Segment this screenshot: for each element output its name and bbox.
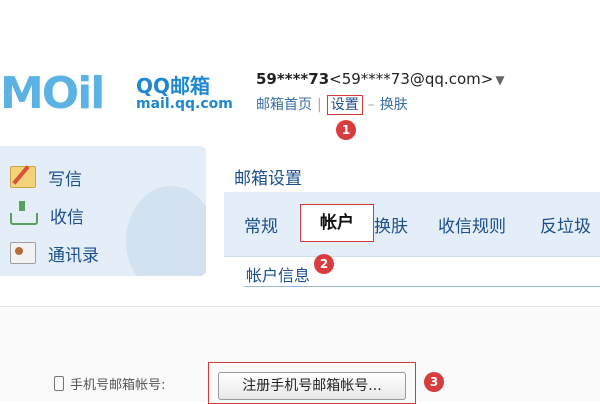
logo-url[interactable]: mail.qq.com [136, 96, 233, 112]
nav-item-label: 收信 [50, 207, 84, 228]
tab-mail-rules[interactable]: 收信规则 [438, 212, 506, 237]
phone-account-text: 手机号邮箱帐号: [70, 378, 166, 393]
tab-account[interactable]: 帐户 [300, 204, 374, 242]
nav-item-label: 写信 [48, 169, 82, 190]
tab-skin[interactable]: 换肤 [374, 212, 408, 237]
compose-icon [10, 166, 36, 188]
settings-tab-bar: 常规 帐户 换肤 收信规则 反垃圾 [224, 192, 600, 256]
annotation-badge-2: 2 [314, 254, 334, 274]
phone-account-label: 手机号邮箱帐号: [54, 374, 165, 393]
tab-anti-spam[interactable]: 反垃圾 [540, 212, 591, 237]
chevron-down-icon[interactable]: ▼ [495, 73, 504, 87]
qq-mail-logo[interactable]: MOil [0, 68, 105, 119]
link-separator: | [317, 97, 322, 113]
header: MOil QQ邮箱 mail.qq.com 59****73<59****73@… [0, 0, 600, 140]
annotation-badge-1: 1 [336, 120, 356, 140]
register-phone-account-button[interactable]: 注册手机号邮箱帐号... [218, 372, 406, 400]
nav-item-compose[interactable]: 写信 [10, 164, 82, 190]
nav-item-inbox[interactable]: 收信 [10, 201, 84, 228]
skin-link[interactable]: 换肤 [380, 97, 408, 113]
mobile-phone-icon [54, 376, 64, 391]
section-divider [244, 286, 600, 287]
link-dash: – [367, 97, 375, 113]
user-account[interactable]: 59****73<59****73@qq.com> ▼ [256, 70, 505, 88]
logo-title[interactable]: QQ邮箱 [136, 70, 210, 99]
user-suffix: 73 [308, 70, 330, 88]
nav-item-contacts[interactable]: 通讯录 [10, 240, 99, 266]
nav-item-label: 通讯录 [48, 245, 99, 266]
settings-panel: 邮箱设置 常规 帐户 换肤 收信规则 反垃圾 帐户信息 2 [214, 146, 600, 291]
penguin-watermark-icon [126, 186, 206, 276]
top-links: 邮箱首页 | 设置 – 换肤 [256, 94, 408, 115]
tab-general[interactable]: 常规 [244, 212, 278, 237]
settings-link[interactable]: 设置 [326, 95, 363, 115]
home-link[interactable]: 邮箱首页 [256, 97, 312, 113]
section-title: 帐户信息 [246, 266, 311, 285]
annotation-badge-3: 3 [424, 372, 444, 392]
contacts-icon [10, 242, 36, 264]
inbox-icon [10, 201, 38, 225]
page-title: 邮箱设置 [234, 169, 302, 189]
user-email: <59****73@qq.com> [329, 70, 494, 88]
user-prefix: 59**** [256, 70, 309, 88]
left-sidebar: 写信 收信 通讯录 [0, 146, 206, 276]
